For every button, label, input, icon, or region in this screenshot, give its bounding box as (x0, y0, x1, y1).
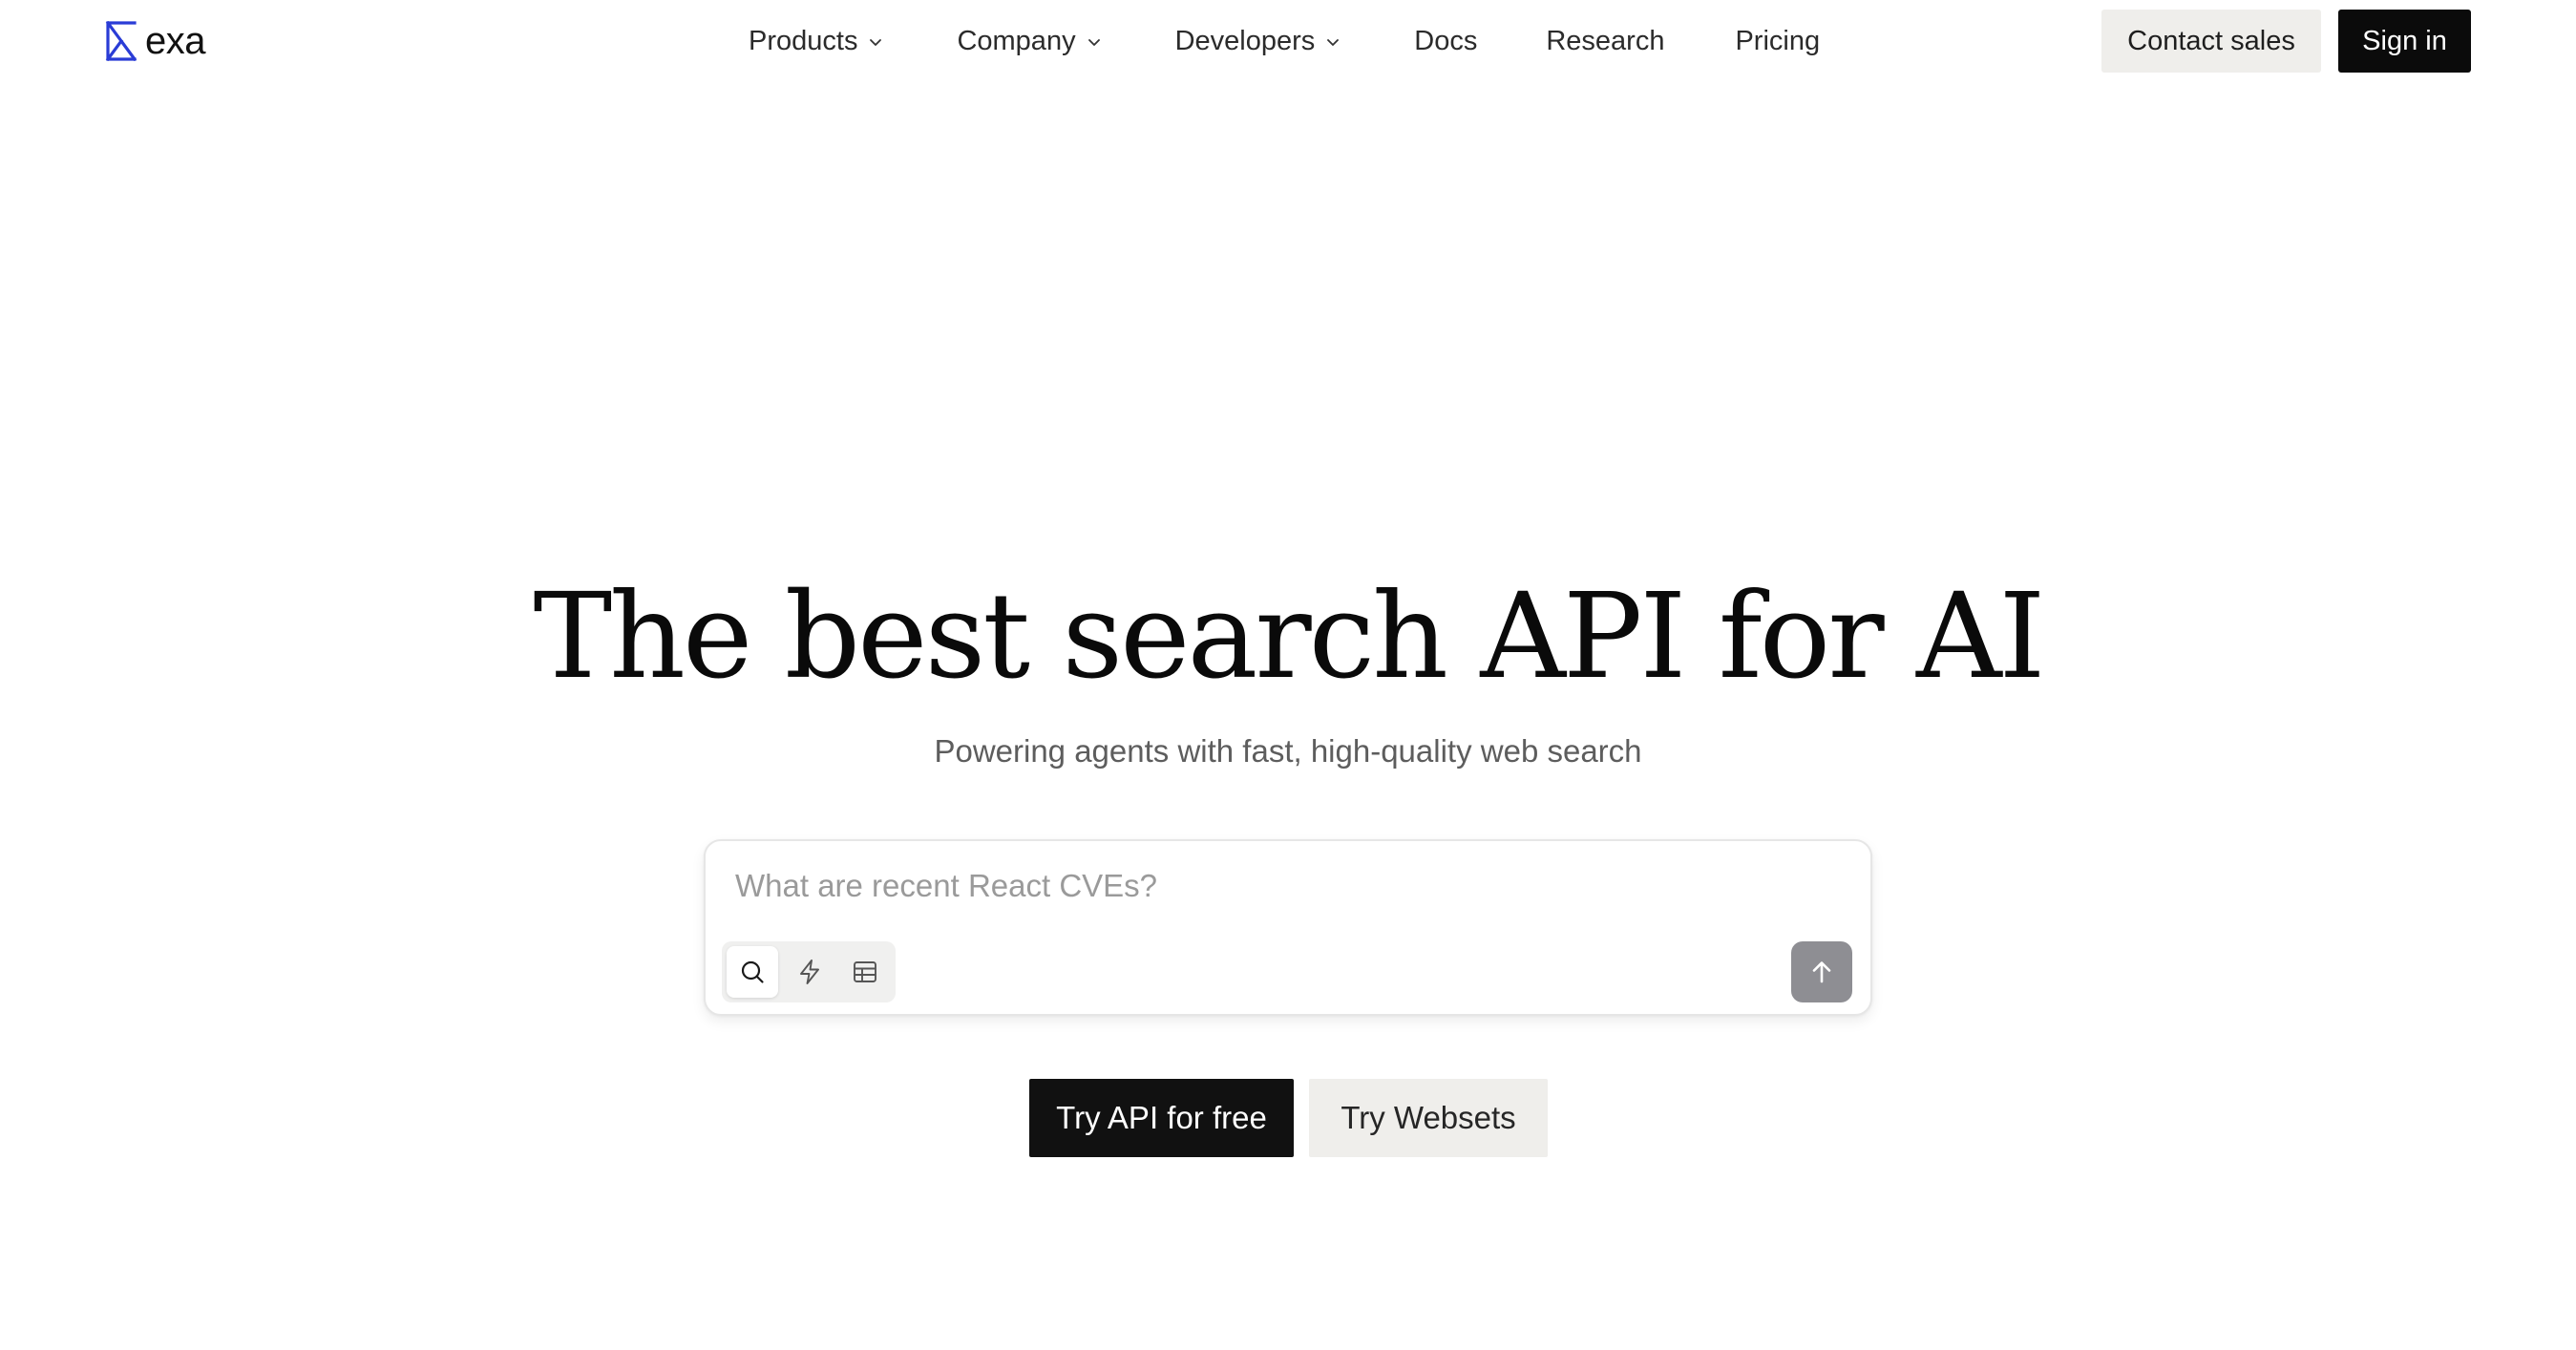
try-websets-button[interactable]: Try Websets (1309, 1079, 1548, 1157)
chevron-down-icon (1087, 39, 1100, 46)
search-icon (741, 960, 764, 983)
hero-subtitle: Powering agents with fast, high-quality … (934, 733, 1642, 769)
nav-item-docs[interactable]: Docs (1414, 26, 1477, 57)
nav-item-label: Pricing (1735, 25, 1821, 56)
nav-item-label: Docs (1414, 25, 1478, 56)
brand-name: exa (145, 20, 206, 62)
exa-logo-icon (105, 21, 137, 61)
nav-item-research[interactable]: Research (1546, 26, 1664, 57)
lightning-icon (800, 960, 819, 984)
nav-item-label: Developers (1174, 25, 1316, 56)
hero-title: The best search API for AI (533, 568, 2045, 706)
main-nav: Products Company Developers Docs Researc… (749, 0, 1820, 82)
chevron-down-icon (870, 39, 882, 46)
search-mode-button[interactable] (727, 946, 778, 998)
table-icon (854, 961, 876, 982)
arrow-up-icon (1812, 961, 1831, 983)
try-api-button[interactable]: Try API for free (1029, 1079, 1294, 1157)
nav-item-products[interactable]: Products (749, 26, 884, 57)
search-input[interactable] (735, 862, 1805, 910)
nav-item-label: Products (749, 25, 858, 56)
contact-sales-button[interactable]: Contact sales (2101, 10, 2321, 73)
nav-item-label: Company (957, 25, 1076, 56)
sign-in-button[interactable]: Sign in (2338, 10, 2471, 73)
table-mode-button[interactable] (839, 946, 891, 998)
nav-item-developers[interactable]: Developers (1175, 26, 1342, 57)
nav-item-label: Research (1546, 25, 1665, 56)
fast-mode-button[interactable] (784, 946, 835, 998)
submit-search-button[interactable] (1791, 941, 1852, 1002)
nav-item-company[interactable]: Company (957, 26, 1102, 57)
search-mode-toggle-group (722, 941, 896, 1002)
nav-item-pricing[interactable]: Pricing (1735, 26, 1820, 57)
chevron-down-icon (1327, 39, 1340, 46)
top-navigation-bar: exa Products Company Developers Docs Res… (0, 0, 2576, 82)
exa-logo-link[interactable]: exa (105, 19, 206, 63)
search-card (704, 839, 1872, 1016)
